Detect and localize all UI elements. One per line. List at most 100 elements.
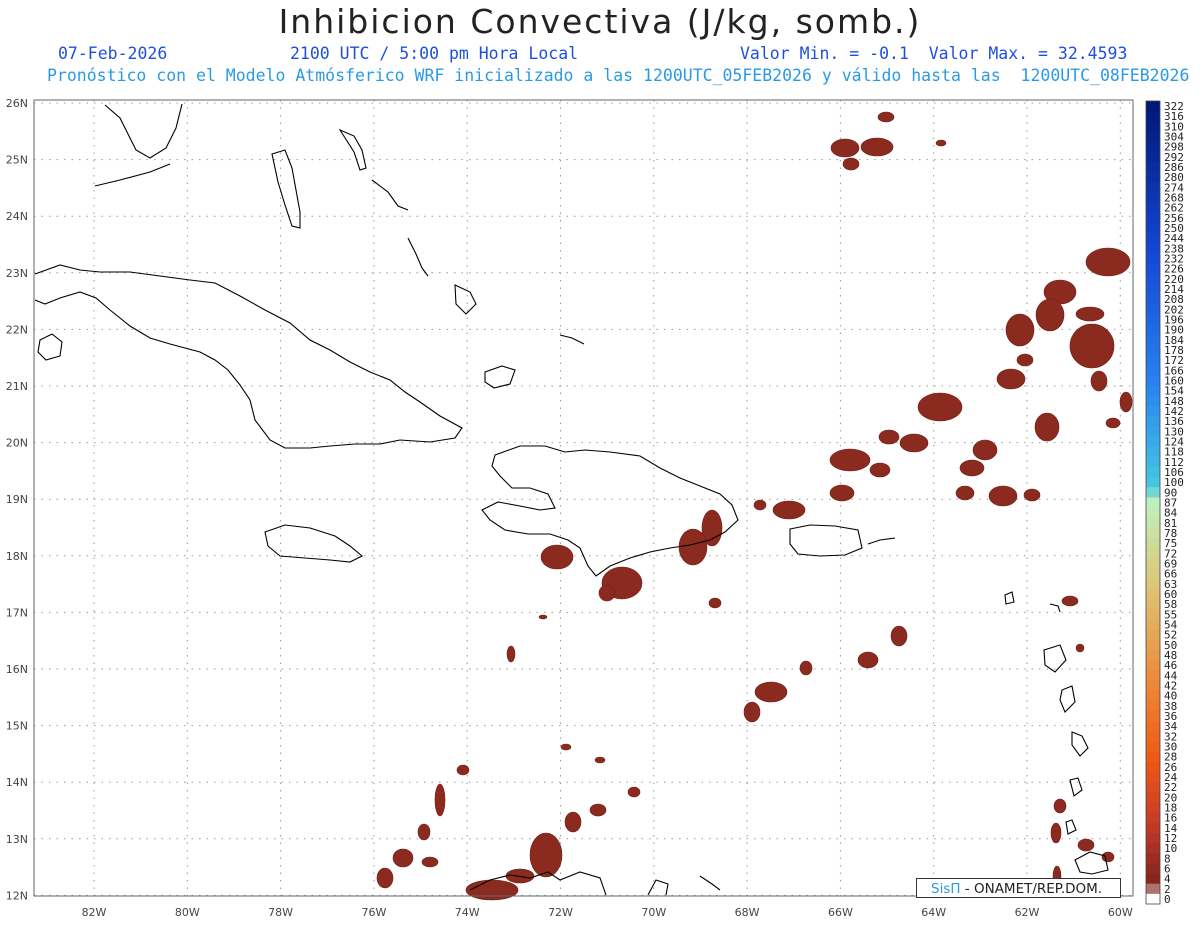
colorbar-swatch [1146, 629, 1160, 641]
latitude-label: 25N [6, 154, 28, 167]
grenada-coast [1065, 819, 1077, 835]
cin-area [878, 429, 900, 445]
colorbar-swatch [1146, 395, 1160, 407]
colorbar-label: 0 [1164, 893, 1171, 906]
colorbar-swatch [1146, 649, 1160, 661]
cin-area [972, 439, 998, 461]
colorbar-swatch [1146, 558, 1160, 569]
cin-area [708, 597, 722, 609]
cin-area [417, 823, 431, 841]
cin-area [754, 681, 788, 703]
cin-area [1034, 412, 1060, 442]
cin-area [1005, 313, 1035, 347]
cin-area [1050, 822, 1062, 844]
cin-area [456, 764, 470, 776]
cin-area [376, 867, 394, 889]
colorbar-swatch [1146, 802, 1160, 813]
cin-area [869, 462, 891, 478]
cin-area [589, 803, 607, 817]
colorbar-swatch [1146, 416, 1160, 427]
acklins-coast [454, 284, 477, 315]
latitude-label: 19N [6, 493, 28, 506]
latitude-label: 20N [6, 437, 28, 450]
map-canvas: 82W 80W 78W 76W 74W 72W 70W 68W 66W 64W 62W 60W 26N… [6, 97, 1184, 919]
colorbar-swatch [1146, 507, 1160, 519]
cin-area [434, 783, 446, 817]
cin-area [529, 832, 563, 878]
martinique-coast [1059, 685, 1076, 713]
latitude-label: 17N [6, 606, 28, 619]
cin-area [1035, 298, 1065, 332]
colorbar-swatch [1146, 792, 1160, 803]
colorbar-swatch [1146, 314, 1160, 326]
colorbar-swatch [1146, 131, 1160, 143]
cin-area [1016, 353, 1034, 367]
guadeloupe-coast [1043, 644, 1067, 673]
colorbar-swatch [1146, 497, 1160, 508]
colorbar-swatch [1146, 517, 1160, 529]
dominica-coast [1049, 603, 1061, 613]
colorbar-swatch [1146, 588, 1160, 600]
cin-area [857, 651, 879, 669]
latitude-label: 14N [6, 776, 28, 789]
colorbar-swatch [1146, 883, 1160, 895]
trinidad-coast [1074, 851, 1109, 875]
colorbar-swatch [1146, 283, 1160, 295]
cin-area [1119, 391, 1133, 413]
colorbar-swatch [1146, 893, 1160, 905]
cin-area [1069, 323, 1115, 369]
colorbar-swatch [1146, 426, 1160, 437]
colorbar-swatch [1146, 782, 1160, 793]
colorbar-swatch [1146, 731, 1160, 742]
cin-area [829, 448, 871, 472]
colorbar-swatch [1146, 436, 1160, 447]
colorbar-swatch [1146, 690, 1160, 702]
longitude-label: 70W [641, 906, 666, 919]
cin-area [560, 743, 572, 751]
exuma-coast [371, 179, 409, 211]
colorbar-swatch [1146, 121, 1160, 132]
latitude-label: 13N [6, 833, 28, 846]
puerto-rico-coast [789, 524, 863, 557]
cin-area [540, 544, 574, 570]
jamaica-coast [264, 524, 363, 563]
colorbar-swatch [1146, 822, 1160, 834]
colorbar-swatch [1146, 670, 1160, 681]
colorbar-swatch [1146, 710, 1160, 722]
cin-area [860, 137, 894, 157]
latitude-label: 23N [6, 267, 28, 280]
longitude-label: 66W [828, 906, 853, 919]
cin-area [538, 614, 548, 620]
cin-area [1085, 247, 1131, 277]
colorbar-swatch [1146, 812, 1160, 824]
turks-coast [559, 334, 585, 345]
colorbar-swatch [1146, 243, 1160, 254]
colorbar-swatch [1146, 385, 1160, 397]
st-vincent-coast [1069, 777, 1083, 797]
cin-area [1023, 488, 1041, 502]
colorbar-swatch [1146, 446, 1160, 458]
colorbar-swatch [1146, 721, 1160, 732]
colorbar-swatch [1146, 456, 1160, 468]
florida-coast [104, 103, 183, 159]
cin-area [877, 111, 895, 123]
colorbar-swatch [1146, 599, 1160, 610]
colorbar-swatch [1146, 344, 1160, 356]
st-lucia-coast [1071, 731, 1089, 757]
credit-text: - ONAMET/REP.DOM. [960, 881, 1103, 897]
cin-area [627, 786, 641, 798]
colorbar-swatch [1146, 538, 1160, 549]
colorbar-swatch [1146, 843, 1160, 854]
colorbar-swatch [1146, 334, 1160, 346]
longitude-label: 78W [268, 906, 293, 919]
colorbar-swatch [1146, 324, 1160, 336]
colorbar-swatch [1146, 568, 1160, 580]
credit-box: SisΠ - ONAMET/REP.DOM. [916, 878, 1121, 898]
colorbar-swatch [1146, 853, 1160, 864]
colorbar-swatch [1146, 487, 1160, 498]
cin-area [799, 660, 813, 676]
cin-area [959, 459, 985, 477]
colorbar-swatch [1146, 202, 1160, 214]
colorbar-swatch [1146, 222, 1160, 234]
latitude-label: 26N [6, 97, 28, 110]
